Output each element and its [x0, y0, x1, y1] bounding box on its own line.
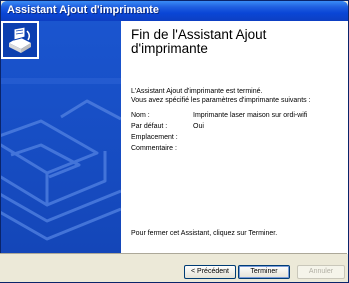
finish-instruction: Pour fermer cet Assistant, cliquez sur T…: [131, 230, 278, 237]
name-label: Nom :: [131, 112, 150, 119]
finish-button[interactable]: Terminer: [238, 265, 290, 279]
intro-line-2: Vous avez spécifié les paramètres d'impr…: [131, 96, 311, 104]
default-label: Par défaut :: [131, 123, 168, 130]
back-button[interactable]: < Précédent: [184, 265, 236, 279]
page-title: Fin de l'Assistant Ajout d'imprimante: [131, 27, 267, 56]
wizard-sidebar: [1, 21, 121, 254]
name-value: Imprimante laser maison sur ordi-wifi: [193, 112, 308, 119]
printer-wizard-icon: [1, 21, 39, 59]
intro-line-1: L'Assistant Ajout d'imprimante est termi…: [131, 88, 263, 95]
default-value: Oui: [193, 123, 204, 130]
cancel-button: Annuler: [297, 265, 345, 279]
button-bar: [0, 253, 347, 282]
comment-label: Commentaire :: [131, 145, 177, 152]
title-bar[interactable]: Assistant Ajout d'imprimante: [1, 1, 348, 21]
window-title: Assistant Ajout d'imprimante: [7, 4, 159, 16]
location-label: Emplacement :: [131, 134, 178, 141]
intro-text: L'Assistant Ajout d'imprimante est termi…: [131, 88, 341, 105]
